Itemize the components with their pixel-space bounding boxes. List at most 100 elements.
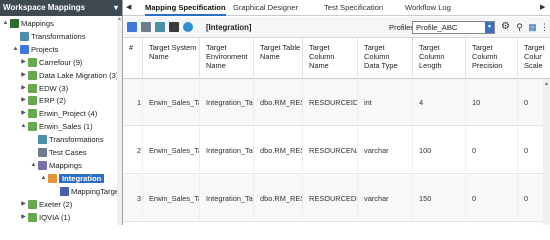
table-cell[interactable]: Integration_Targe xyxy=(206,175,254,222)
table-cell[interactable]: Integration_Targe xyxy=(206,127,254,174)
refresh-icon[interactable] xyxy=(183,22,193,32)
table-cell[interactable]: Erwin_Sales_Targe xyxy=(149,79,200,126)
tree-item[interactable]: ▶ Erwin_Project (4) xyxy=(20,108,97,119)
table-cell[interactable]: varchar xyxy=(364,175,413,222)
table-cell[interactable]: dbo.RM_RESOURC xyxy=(260,175,303,222)
table-cell[interactable]: dbo.RM_RESOURC xyxy=(260,79,303,126)
tree-item[interactable]: ▲ Mappings xyxy=(2,18,54,29)
table-cell[interactable]: 0 xyxy=(472,127,518,174)
left-panel-scrollbar[interactable]: ▲ xyxy=(117,16,122,225)
column-header[interactable]: Target Column Data Type xyxy=(364,38,413,79)
profiles-dropdown[interactable]: Profile_ABC ▼ xyxy=(412,21,495,34)
tab-scroll-right-icon[interactable]: ▶ xyxy=(540,0,545,16)
column-header[interactable]: Target Environment Name xyxy=(206,38,254,79)
collapse-arrow-icon[interactable]: ▲ xyxy=(40,173,47,184)
column-header[interactable]: Target Column Length xyxy=(419,38,466,79)
table-cell[interactable]: 10 xyxy=(472,79,518,126)
tree-item[interactable]: ▶ Data Lake Migration (3) xyxy=(20,70,118,81)
tree-item-label: Data Lake Migration (3) xyxy=(39,70,119,80)
tree-item[interactable]: ▶ EDW (3) xyxy=(20,83,68,94)
collapse-arrow-icon[interactable]: ▲ xyxy=(12,44,19,55)
projects-icon xyxy=(20,44,29,54)
table-cell[interactable]: RESOURCEDESC_N xyxy=(309,175,358,222)
column-header[interactable]: Target System Name xyxy=(149,38,200,79)
search-icon[interactable]: ⚲ xyxy=(514,21,525,33)
table-row[interactable]: 3Erwin_Sales_TargeIntegration_Targedbo.R… xyxy=(123,175,550,222)
tab-workflow-log[interactable]: Workflow Log xyxy=(405,0,451,16)
collapse-arrow-icon[interactable]: ▲ xyxy=(30,160,37,171)
column-header[interactable]: # xyxy=(129,38,143,79)
tree-item[interactable]: ▲ Mappings xyxy=(30,160,82,171)
expand-arrow-icon[interactable]: ▶ xyxy=(20,212,27,223)
collapse-arrow-icon[interactable]: ▲ xyxy=(20,121,27,132)
tree-item[interactable]: ▶ IQVIA (1) xyxy=(20,212,70,223)
mapping-grid: # Target System Name Target Environment Name T… xyxy=(123,38,550,225)
column-header[interactable]: Target Column Name xyxy=(309,38,358,79)
tree-item-label: Mappings xyxy=(21,19,54,28)
export-icon[interactable]: ▦ xyxy=(527,21,538,33)
expand-arrow-icon[interactable]: ▶ xyxy=(20,199,27,210)
expand-arrow-icon[interactable]: ▶ xyxy=(20,95,27,106)
row-number: 1 xyxy=(137,79,143,126)
column-header[interactable]: Target Column Precision xyxy=(472,38,518,79)
column-header-label: Name xyxy=(309,61,329,70)
tree-item[interactable]: ▶ Exeter (2) xyxy=(20,199,72,210)
column-header[interactable]: Target Table Name xyxy=(260,38,303,79)
expand-arrow-icon[interactable]: ▶ xyxy=(20,70,27,81)
table-cell[interactable]: varchar xyxy=(364,127,413,174)
expand-arrow-icon[interactable]: ▶ xyxy=(20,108,27,119)
column-header-label: Target Table xyxy=(260,43,301,52)
expand-arrow-icon[interactable]: ▶ xyxy=(20,83,27,94)
chevron-down-icon[interactable]: ▼ xyxy=(485,22,494,33)
gear-icon[interactable]: ⚙ xyxy=(500,21,511,33)
tab-graphical-designer[interactable]: Graphical Designer xyxy=(233,0,298,16)
tree-item-label: Erwin_Sales (1) xyxy=(39,122,93,132)
tree-item-label: Carrefour (9) xyxy=(39,57,83,67)
tree-item[interactable]: ▶ Carrefour (9) xyxy=(20,57,82,68)
delete-icon[interactable] xyxy=(169,22,179,32)
tree-item[interactable]: Transformations xyxy=(30,134,104,145)
grid-view-icon[interactable] xyxy=(141,22,151,32)
folder-icon xyxy=(28,122,37,132)
tab-bar: ◀ Mapping Specification Graphical Design… xyxy=(123,0,550,16)
table-cell[interactable]: dbo.RM_RESOURC xyxy=(260,127,303,174)
column-header-label: Target Column xyxy=(309,43,335,61)
table-cell[interactable]: RESOURCENAME_ xyxy=(309,127,358,174)
tree-item[interactable]: ▲ Erwin_Sales (1) xyxy=(20,121,93,132)
mapping-specification-panel: ◀ Mapping Specification Graphical Design… xyxy=(123,0,550,225)
table-row[interactable]: 2Erwin_Sales_TargeIntegration_Targedbo.R… xyxy=(123,127,550,174)
column-header-label: Target Column xyxy=(364,43,390,61)
collapse-arrow-icon[interactable]: ▲ xyxy=(2,18,9,29)
tree-item[interactable]: ▶ ERP (2) xyxy=(20,95,66,106)
tree-item-label: Projects xyxy=(31,44,59,54)
table-row[interactable]: 1Erwin_Sales_TargeIntegration_Targedbo.R… xyxy=(123,79,550,126)
edit-icon[interactable] xyxy=(127,22,137,32)
grid-scrollbar[interactable]: ▲ xyxy=(543,79,550,225)
table-cell[interactable]: 150 xyxy=(419,175,466,222)
collapse-panel-icon[interactable]: ▾ xyxy=(114,0,118,16)
tree-item[interactable]: Transformations xyxy=(12,31,86,42)
tab-test-specification[interactable]: Test Specification xyxy=(324,0,383,16)
columns-icon[interactable] xyxy=(155,22,165,32)
column-header-label: Target xyxy=(206,43,227,52)
tab-scroll-left-icon[interactable]: ◀ xyxy=(126,0,131,16)
tree-item[interactable]: Test Cases xyxy=(30,147,87,158)
table-cell[interactable]: 100 xyxy=(419,127,466,174)
tree-item[interactable]: ▲ Integration xyxy=(40,173,105,184)
tree-item[interactable]: MappingTargets xyxy=(52,186,122,197)
expand-arrow-icon[interactable]: ▶ xyxy=(20,57,27,68)
column-header[interactable]: Target Colur Scale xyxy=(524,38,550,79)
table-cell[interactable]: 0 xyxy=(472,175,518,222)
tab-mapping-specification[interactable]: Mapping Specification xyxy=(145,0,226,16)
table-cell[interactable]: Erwin_Sales_Targe xyxy=(149,127,200,174)
table-cell[interactable]: Integration_Targe xyxy=(206,79,254,126)
folder-icon xyxy=(28,109,37,119)
test-cases-icon xyxy=(38,148,47,157)
tree-item[interactable]: ▲ Projects xyxy=(12,44,58,55)
table-cell[interactable]: 4 xyxy=(419,79,466,126)
table-cell[interactable]: int xyxy=(364,79,413,126)
table-cell[interactable]: Erwin_Sales_Targe xyxy=(149,175,200,222)
more-icon[interactable]: ⋮ xyxy=(539,21,550,33)
tree-item-label: Exeter (2) xyxy=(39,199,73,209)
table-cell[interactable]: RESOURCEID_New xyxy=(309,79,358,126)
